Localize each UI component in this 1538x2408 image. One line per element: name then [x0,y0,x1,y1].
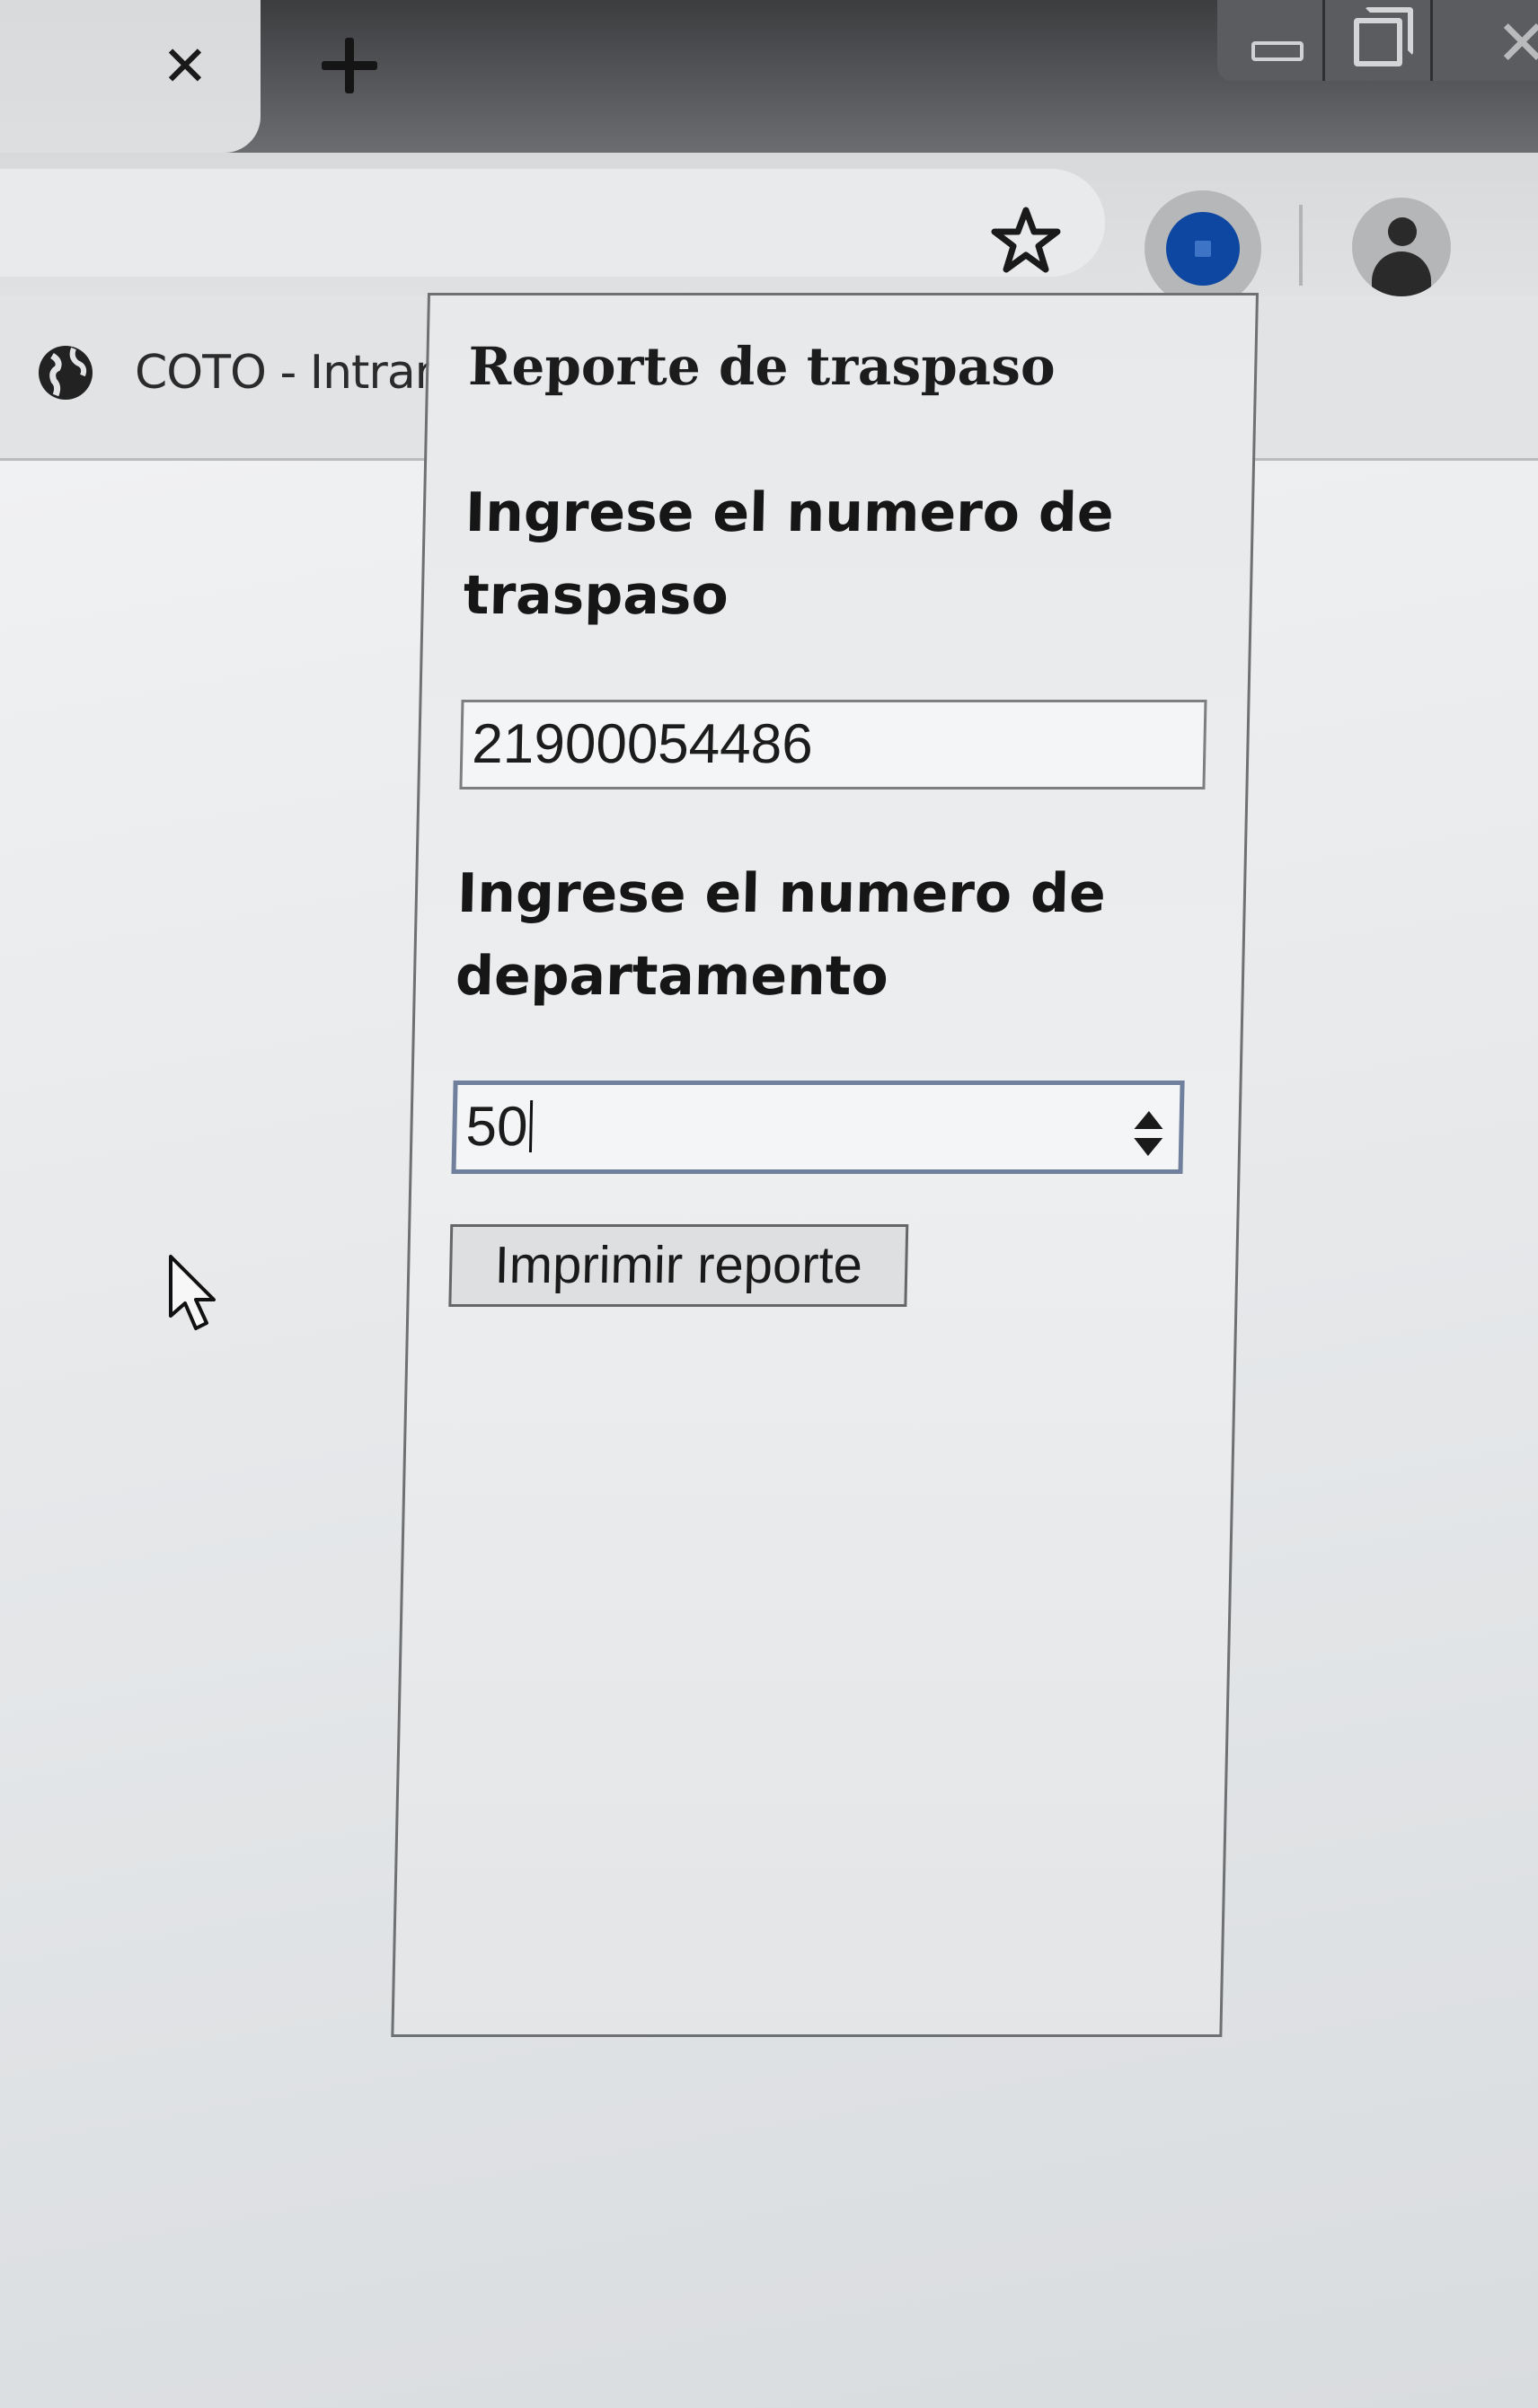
profile-icon[interactable] [1352,198,1451,296]
toolbar [0,153,1538,307]
traspaso-label: Ingrese el numero de traspaso [463,481,1115,627]
bookmark-item-coto[interactable]: COTO - Intrar [135,341,434,404]
new-tab-icon[interactable] [314,29,386,101]
popup-title: Reporte de traspaso [467,336,1056,397]
restore-icon[interactable] [1322,0,1433,81]
cursor-icon [165,1253,219,1334]
address-bar[interactable] [0,169,1105,277]
extension-popup: Reporte de traspaso Ingrese el numero de… [391,293,1259,2037]
toolbar-divider [1299,205,1303,286]
globe-icon [34,341,97,404]
departamento-label: Ingrese el numero de departamento [455,862,1107,1008]
departamento-input[interactable]: 50 [451,1081,1185,1174]
window-controls [1217,0,1538,81]
departamento-value: 50 [464,1096,529,1158]
window-close-icon[interactable] [1430,0,1538,81]
spinner-icon[interactable] [1130,1101,1167,1156]
extension-icon[interactable] [1145,190,1261,307]
close-icon[interactable] [158,34,212,99]
tab-strip [0,0,1538,153]
active-tab[interactable] [0,0,261,153]
minimize-icon[interactable] [1217,0,1322,81]
star-icon[interactable] [990,205,1062,277]
print-report-button[interactable]: Imprimir reporte [448,1224,909,1307]
traspaso-input[interactable]: 21900054486 [459,700,1207,789]
text-caret [528,1100,534,1152]
